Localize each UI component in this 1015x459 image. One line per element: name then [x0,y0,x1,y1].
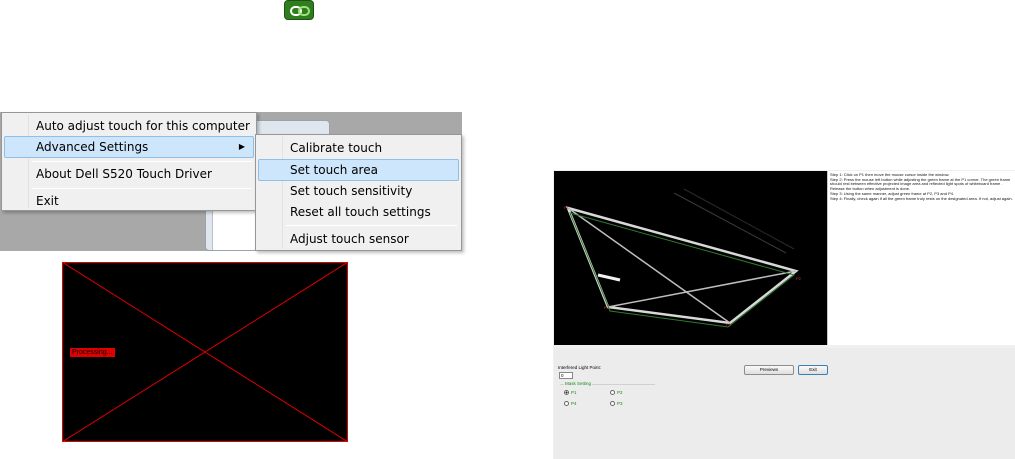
marker-p1: P1 [564,205,570,210]
instruction-step: Step 2: Press the mouse left button whil… [830,176,1011,192]
radio-p2[interactable]: P2 [610,390,623,396]
set-touch-area-window: P1 P2 P3 P4 Step 1: Click on P1 then mov… [553,170,1015,459]
mask-setting-title: Mask Setting [564,381,593,386]
controls-panel: Interfered Light Point: 0 Previews Exit … [554,348,1015,459]
previews-button[interactable]: Previews [744,365,794,375]
submenu-arrow-icon: ▶ [238,142,245,151]
menu-item-advanced-settings[interactable]: Advanced Settings ▶ [4,136,254,158]
menu-item-exit[interactable]: Exit [4,190,254,212]
radio-unselected-icon [564,401,569,407]
menu-item-auto-adjust[interactable]: Auto adjust touch for this computer [4,115,254,137]
submenu-item-calibrate[interactable]: Calibrate touch [258,137,459,159]
radio-selected-icon [564,390,569,396]
radio-p3[interactable]: P3 [610,401,623,407]
camera-preview[interactable]: P1 P2 P3 P4 [554,171,827,345]
menu-separator [286,225,457,226]
radio-p1[interactable]: P1 [564,390,577,396]
menu-item-about[interactable]: About Dell S520 Touch Driver [4,163,254,185]
processing-label: Processing... [70,348,115,357]
interfered-light-label: Interfered Light Point: [558,365,602,370]
menu-separator [32,161,252,162]
submenu-item-adjust-sensor[interactable]: Adjust touch sensor [258,228,459,250]
instruction-step: Step 4: Finally, check again if all the … [830,195,1013,201]
menu-separator [32,188,252,189]
touch-driver-tray-icon[interactable] [284,0,314,20]
interfered-light-field[interactable]: 0 [559,372,573,379]
marker-p3: P3 [726,322,732,327]
chain-link-icon [290,6,310,16]
mask-setting-group: Mask Setting P1 P2 P4 P3 [560,381,655,414]
marker-p4: P4 [604,305,610,310]
submenu-item-set-touch-area[interactable]: Set touch area [258,159,459,181]
radio-unselected-icon [610,401,615,407]
exit-button[interactable]: Exit [798,365,828,375]
instructions-panel: Step 1: Click on P1 then move the mouse … [827,171,1015,345]
submenu-item-reset[interactable]: Reset all touch settings [258,201,459,223]
radio-p4[interactable]: P4 [564,401,577,407]
camera-frame-outline: P1 P2 P3 P4 [564,188,802,328]
advanced-settings-submenu: Calibrate touch Set touch area Set touch… [255,134,462,251]
marker-p2: P2 [796,276,802,281]
radio-unselected-icon [610,390,615,396]
tray-context-menu: Auto adjust touch for this computer Adva… [1,112,257,211]
submenu-item-sensitivity[interactable]: Set touch sensitivity [258,180,459,202]
